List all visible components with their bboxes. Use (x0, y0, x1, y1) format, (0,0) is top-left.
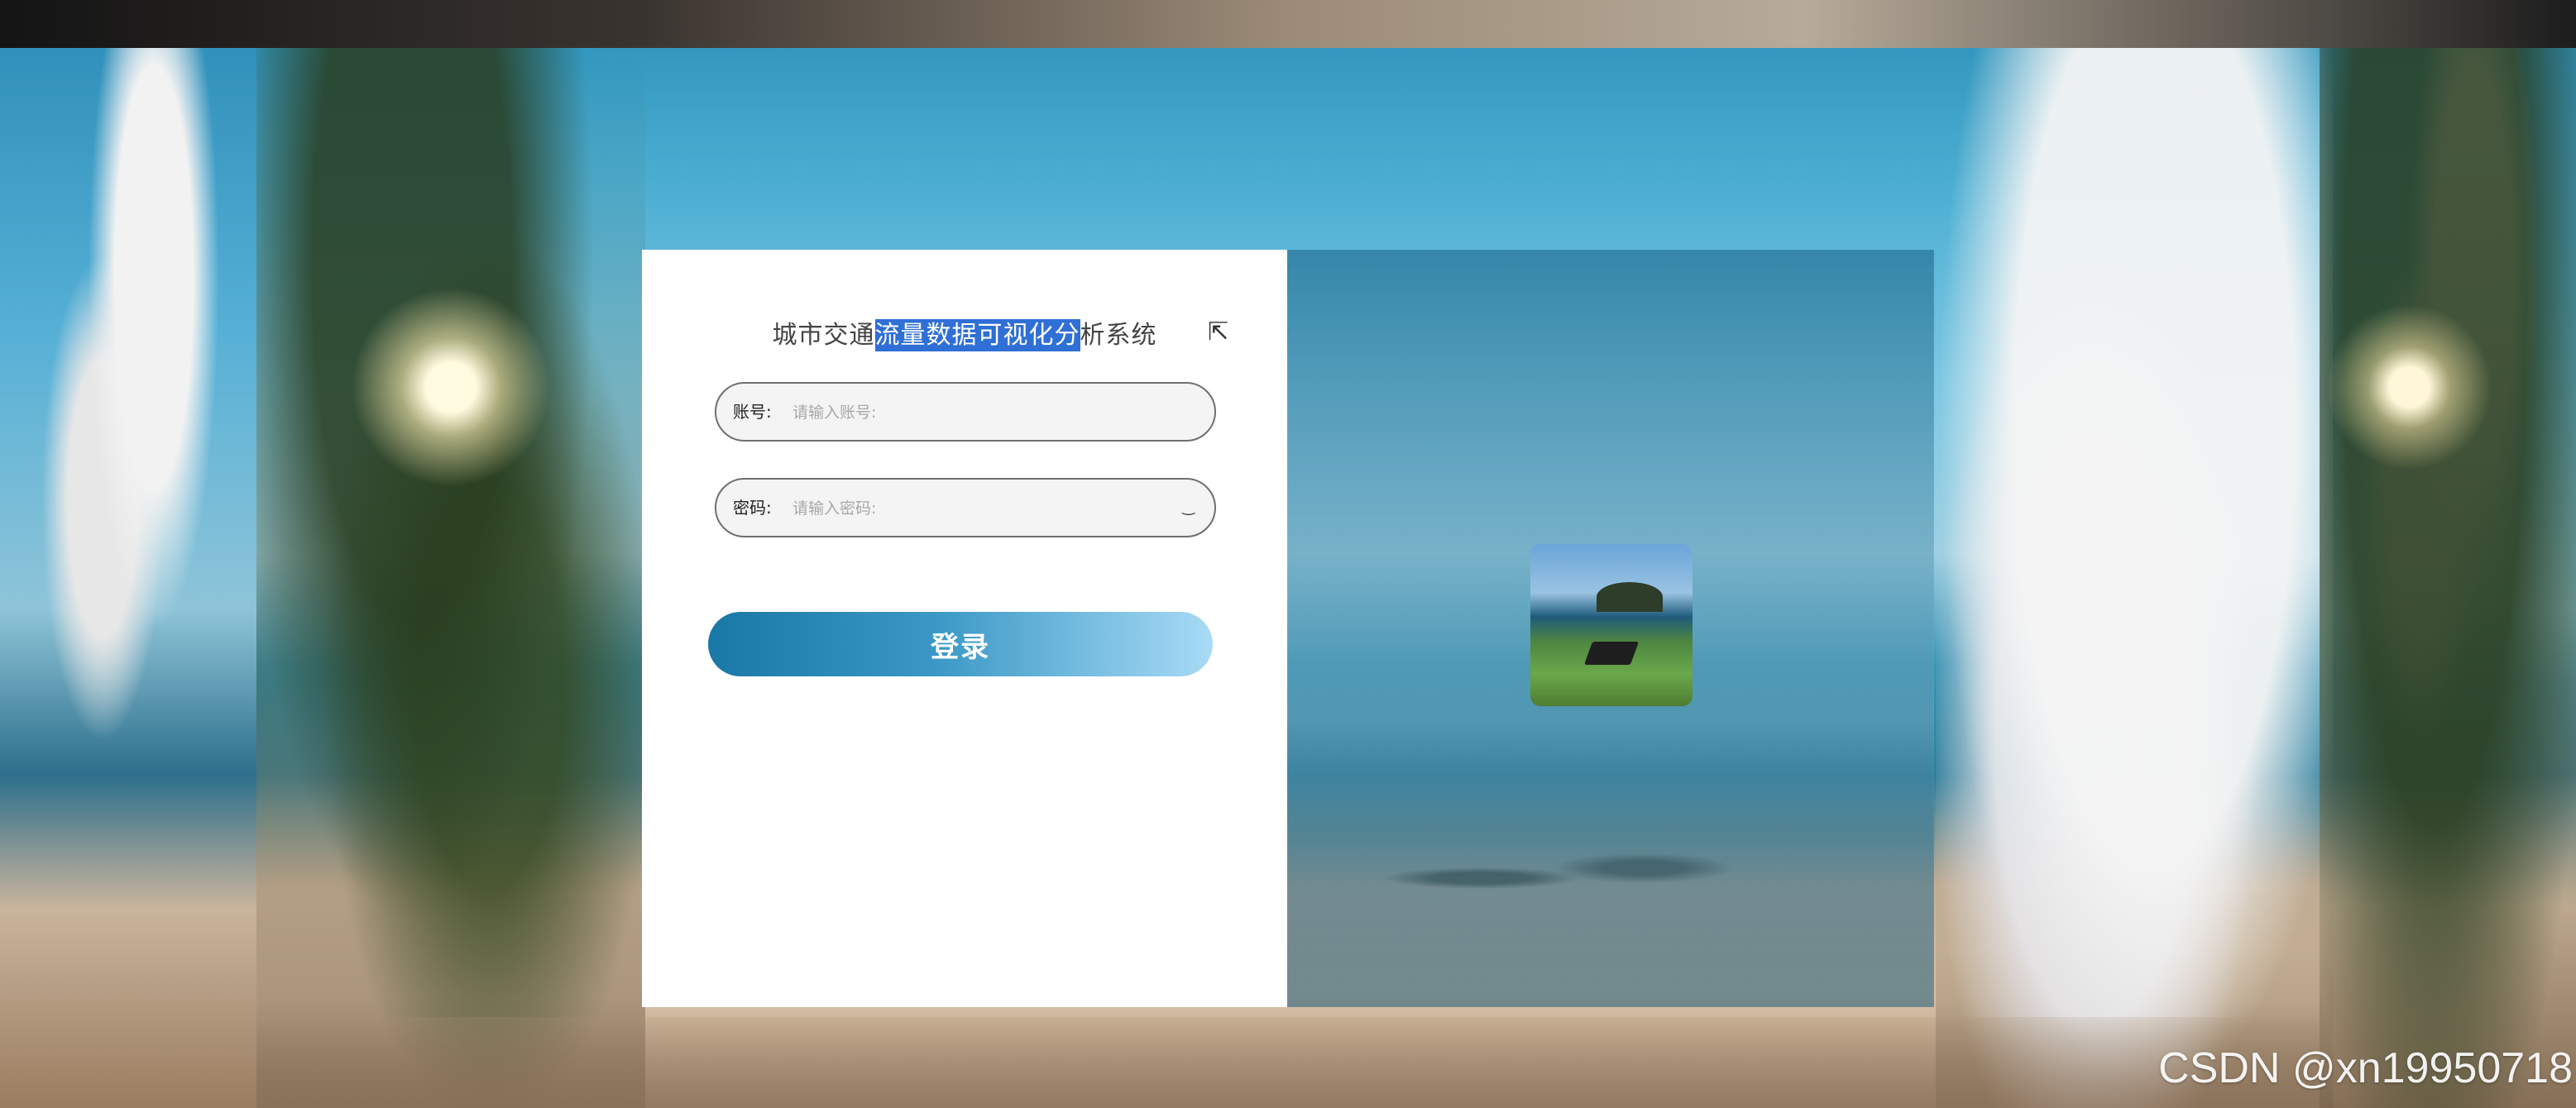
title-part-before: 城市交通 (772, 321, 875, 350)
title-selected-text: 流量数据可视化分 (874, 319, 1080, 351)
palm-trees-decoration (256, 48, 645, 1108)
account-input[interactable] (791, 392, 1158, 433)
background-top-strip (0, 0, 2576, 48)
account-field: 账号: (715, 382, 1216, 442)
login-button[interactable]: 登录 (708, 612, 1213, 676)
mouse-pointer-icon: ⇱ (1208, 318, 1229, 346)
page-title: 城市交通流量数据可视化分析系统 (642, 314, 1287, 351)
avatar (1530, 544, 1693, 706)
background-left-repeat (0, 0, 256, 1108)
password-label: 密码: (733, 498, 772, 518)
closed-eye-icon[interactable]: ‿ (1183, 480, 1195, 536)
password-field: 密码: ‿ (715, 478, 1216, 537)
palm-trees-decoration-right (2320, 48, 2576, 1108)
account-label: 账号: (733, 402, 772, 422)
csdn-watermark: CSDN @xn19950718 (2158, 1044, 2573, 1092)
clouds-decoration (1936, 48, 2333, 1108)
title-part-after: 析系统 (1080, 321, 1157, 350)
password-input[interactable] (791, 488, 1158, 529)
login-card: 城市交通流量数据可视化分析系统 账号: 密码: ‿ 登录 (642, 250, 1287, 1007)
beach-sand-decoration (256, 1017, 2320, 1108)
